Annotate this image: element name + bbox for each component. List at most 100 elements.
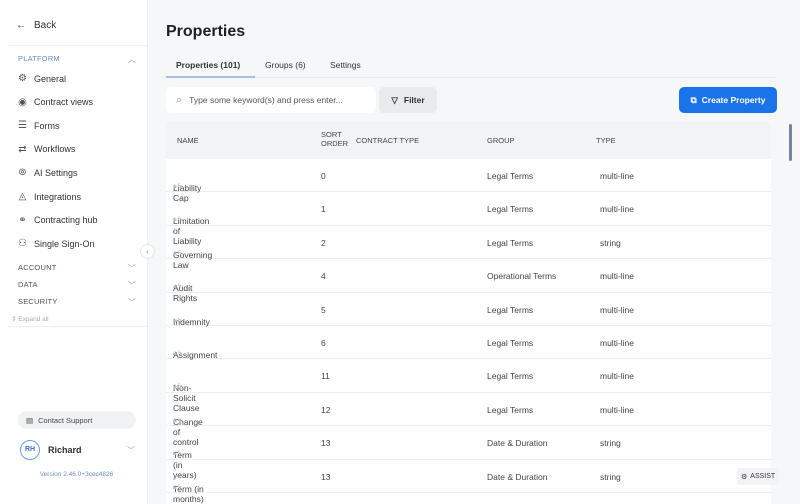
type: multi-line xyxy=(600,171,635,181)
lock-icon: 🔒︎ xyxy=(173,316,177,324)
lock-icon: 🔒︎ xyxy=(173,216,177,224)
sort-order: 13 xyxy=(321,471,331,482)
sort-order: 12 xyxy=(321,404,331,415)
group: Legal Terms xyxy=(487,404,534,415)
table-row[interactable]: Assignment 🔒︎ ϟ 6 Legal Terms multi-line xyxy=(166,326,771,360)
sidebar: ← Back PLATFORM ︿ ⚙ General ◉ Contract views ☰… xyxy=(0,0,148,504)
integrations-icon: ◬ xyxy=(18,191,27,202)
sidebar-item-general[interactable]: ⚙ General xyxy=(17,73,66,84)
assist-button[interactable]: ⚙ ASSIST xyxy=(737,468,779,485)
bolt-icon: ϟ xyxy=(177,283,182,291)
header-type[interactable]: TYPE xyxy=(596,136,616,145)
tab-properties[interactable]: Properties (101) xyxy=(176,60,240,70)
bolt-icon: ϟ xyxy=(177,450,182,458)
table-row[interactable]: Governing Law 🔒︎ ϟ 2 Legal Terms string xyxy=(166,226,771,270)
back-button[interactable]: ← Back xyxy=(16,20,56,31)
table-row[interactable]: Liability Cap 🔒︎ ϟ 0 Legal Terms multi-l… xyxy=(166,159,771,203)
collapse-sidebar-button[interactable]: ‹ xyxy=(140,244,155,259)
document-icon: ▤ xyxy=(26,415,34,425)
page-title: Properties xyxy=(166,23,246,40)
search-icon: ⌕ xyxy=(176,93,183,106)
header-sort-order[interactable]: SORT ORDER xyxy=(321,130,348,148)
table-row[interactable]: Indemnity 🔒︎ ϟ 5 Legal Terms multi-line xyxy=(166,293,771,327)
sort-order: 5 xyxy=(321,304,326,315)
property-name: Liability Cap 🔒︎ ϟ xyxy=(173,183,202,203)
lock-icon: 🔒︎ xyxy=(173,349,177,357)
section-account[interactable]: ACCOUNT ﹀ xyxy=(18,263,136,274)
table-header: NAME SORT ORDER CONTRACT TYPE GROUP TYPE xyxy=(166,122,771,159)
scrollbar-thumb[interactable] xyxy=(789,124,792,161)
user-menu[interactable]: RH Richard ﹀ xyxy=(20,437,135,463)
sidebar-item-contracting-hub[interactable]: ⚭ Contracting hub xyxy=(17,215,97,226)
sort-order: 6 xyxy=(321,337,326,348)
sort-order: 2 xyxy=(321,237,326,248)
active-tab-indicator xyxy=(166,76,255,78)
add-copy-icon: ⧉ xyxy=(690,94,697,105)
section-security[interactable]: SECURITY ﹀ xyxy=(18,297,136,308)
sort-order: 11 xyxy=(321,371,330,382)
group: Date & Duration xyxy=(487,471,548,482)
version-label: Version 2.46.0+3cec4826 xyxy=(39,471,114,478)
group: Legal Terms xyxy=(487,204,534,215)
sidebar-item-single-sign-on[interactable]: ⚇ Single Sign-On xyxy=(17,238,95,249)
expand-all-button[interactable]: ⇕ Expand all xyxy=(11,315,49,323)
group: Legal Terms xyxy=(487,237,534,248)
sort-order: 4 xyxy=(321,271,326,282)
property-name: Change of control 🔒︎ ϟ xyxy=(173,416,203,447)
lock-icon: 🔒︎ xyxy=(173,183,177,190)
header-contract-type[interactable]: CONTRACT TYPE xyxy=(356,136,419,145)
type: string xyxy=(600,471,621,482)
workflow-icon: ⇄ xyxy=(18,143,27,155)
sidebar-item-forms[interactable]: ☰ Forms xyxy=(17,120,59,131)
chevron-down-icon: ﹀ xyxy=(127,264,136,273)
search-input[interactable]: ⌕ Type some keyword(s) and press enter... xyxy=(166,87,376,113)
table-row[interactable]: Limitation of Liability 🔒︎ ϟ 1 Legal Ter… xyxy=(166,192,771,246)
type: string xyxy=(600,438,621,449)
header-group[interactable]: GROUP xyxy=(487,136,515,145)
type: string xyxy=(600,237,621,248)
table-row[interactable]: Term (in years) 🔒︎ ϟ 13 Date & Duration … xyxy=(166,426,771,481)
lock-icon: 🔒︎ xyxy=(173,483,177,491)
property-name: Non-Solicit Clause 🔒︎ ϟ xyxy=(173,383,200,414)
table-row[interactable]: Audit Rights 🔒︎ ϟ 4 Operational Terms mu… xyxy=(166,259,771,303)
divider xyxy=(8,326,148,327)
sidebar-item-ai-settings[interactable]: ⊚ AI Settings xyxy=(17,167,77,178)
section-data[interactable]: DATA ﹀ xyxy=(18,280,136,291)
type: multi-line xyxy=(600,337,635,348)
sort-order: 0 xyxy=(321,171,326,181)
bolt-icon: ϟ xyxy=(177,249,182,257)
tabs: Properties (101) Groups (6) Settings xyxy=(166,56,777,78)
tab-groups[interactable]: Groups (6) xyxy=(265,60,306,70)
table-row[interactable]: Change of control 🔒︎ ϟ 12 Legal Terms mu… xyxy=(166,393,771,447)
property-name: Indemnity 🔒︎ ϟ xyxy=(173,316,210,327)
bolt-icon: ϟ xyxy=(177,483,182,491)
group: Legal Terms xyxy=(487,337,534,348)
group: Date & Duration xyxy=(487,438,548,449)
tab-settings[interactable]: Settings xyxy=(330,60,361,70)
table-row[interactable]: Term (in months) 🔒︎ ϟ 13 Date & Duration… xyxy=(166,460,771,504)
header-name[interactable]: NAME xyxy=(177,136,199,145)
contact-support-button[interactable]: ▤ Contact Support xyxy=(18,411,136,429)
property-name: Governing Law 🔒︎ ϟ xyxy=(173,249,213,270)
property-name: Assignment 🔒︎ ϟ xyxy=(173,349,218,360)
type: multi-line xyxy=(600,304,635,315)
sidebar-item-workflows[interactable]: ⇄ Workflows xyxy=(17,144,75,155)
filter-button[interactable]: ▽ Filter xyxy=(379,87,437,113)
lock-icon: 🔒︎ xyxy=(173,383,177,391)
sidebar-item-integrations[interactable]: ◬ Integrations xyxy=(17,191,81,202)
type: multi-line xyxy=(600,204,635,215)
property-name: Term (in years) 🔒︎ ϟ xyxy=(173,450,197,481)
avatar: RH xyxy=(20,440,40,460)
gear-icon: ⚙ xyxy=(18,73,27,84)
section-platform[interactable]: PLATFORM ︿ xyxy=(18,54,136,65)
chevron-down-icon: ﹀ xyxy=(127,281,136,290)
lock-icon: 🔒︎ xyxy=(173,283,177,291)
create-property-button[interactable]: ⧉ Create Property xyxy=(679,87,777,113)
type: multi-line xyxy=(600,404,635,415)
gear-icon: ⚙ xyxy=(741,473,748,481)
divider xyxy=(8,45,148,46)
group: Legal Terms xyxy=(487,304,534,315)
table-row[interactable]: Non-Solicit Clause 🔒︎ ϟ 11 Legal Terms m… xyxy=(166,359,771,414)
sidebar-item-contract-views[interactable]: ◉ Contract views xyxy=(17,97,93,108)
property-name: Term (in months) 🔒︎ ϟ xyxy=(173,483,204,504)
